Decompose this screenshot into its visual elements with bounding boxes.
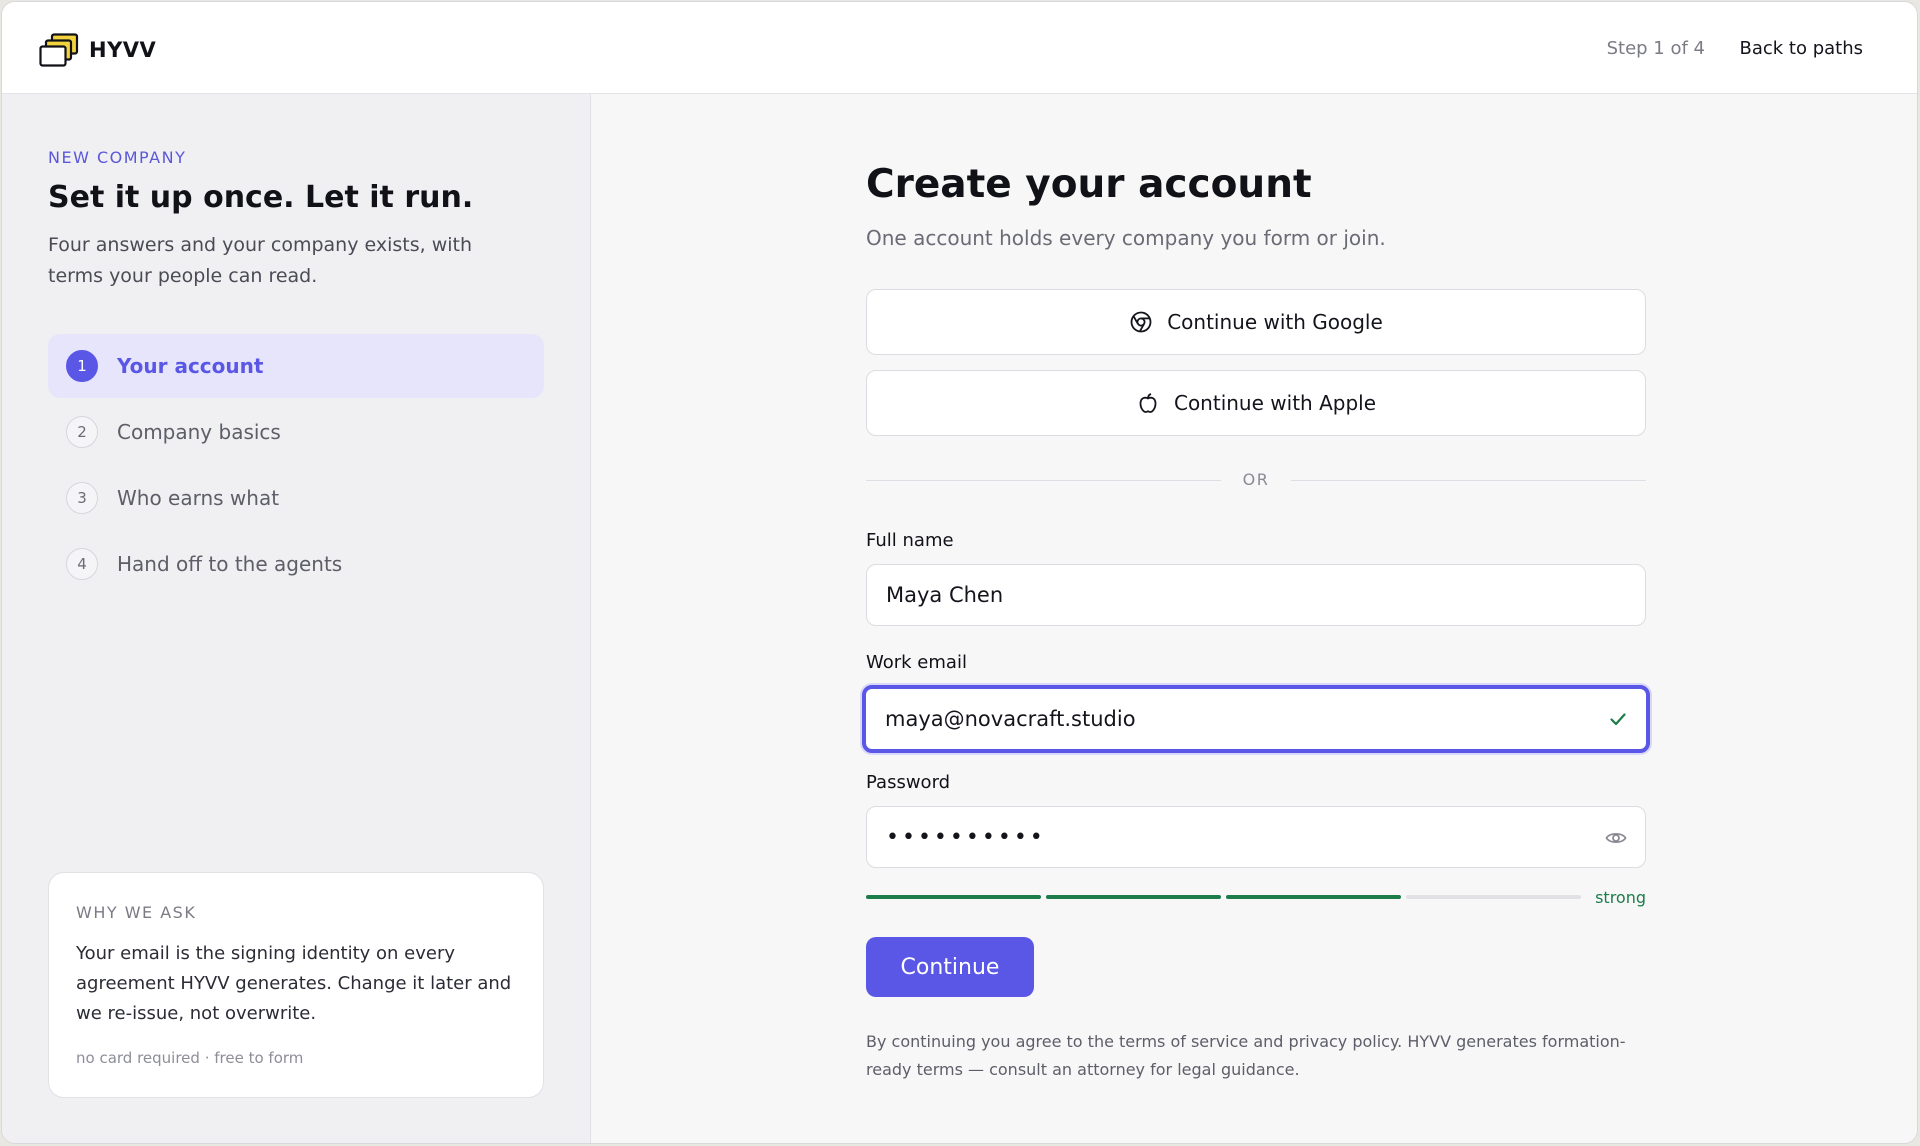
strength-segment <box>1226 895 1401 899</box>
step-list: 1 Your account 2 Company basics 3 Who ea… <box>48 334 544 598</box>
step-label: Company basics <box>117 420 281 444</box>
step-label: Who earns what <box>117 486 280 510</box>
logo-icon <box>39 33 79 67</box>
brand[interactable]: HYVV <box>39 32 156 68</box>
why-card-title: WHY WE ASK <box>76 903 197 922</box>
sidebar-description: Four answers and your company exists, wi… <box>48 234 473 287</box>
sidebar-title: Set it up once. Let it run. <box>48 180 474 215</box>
sidebar: NEW COMPANY Set it up once. Let it run. … <box>2 94 591 1143</box>
password-field[interactable]: •••••••••• <box>866 806 1646 868</box>
sidebar-eyebrow: NEW COMPANY <box>48 148 187 167</box>
full-name-field[interactable]: Maya Chen <box>866 564 1646 626</box>
password-strength-label: strong <box>1595 888 1646 907</box>
back-to-paths-link[interactable]: Back to paths <box>1739 38 1863 59</box>
app-window: HYVV Step 1 of 4 Back to paths NEW COMPA… <box>1 1 1918 1144</box>
apple-button-label: Continue with Apple <box>1173 391 1376 415</box>
step-indicator: Step 1 of 4 <box>1606 38 1705 59</box>
full-name-label: Full name <box>866 530 954 551</box>
step-item-your-account[interactable]: 1 Your account <box>48 334 544 398</box>
password-value: •••••••••• <box>886 824 1046 850</box>
step-item-who-earns-what[interactable]: 3 Who earns what <box>48 466 544 530</box>
password-label: Password <box>866 772 951 793</box>
continue-with-google-button[interactable]: Continue with Google <box>866 289 1646 355</box>
why-card-footnote: no card required · free to form <box>76 1049 304 1067</box>
continue-button[interactable]: Continue <box>866 937 1034 997</box>
step-number: 1 <box>66 350 98 382</box>
brand-name: HYVV <box>89 38 157 62</box>
legal-notice: By continuing you agree to the terms of … <box>866 1032 1626 1079</box>
work-email-field[interactable]: maya@novacraft.studio <box>862 685 1650 753</box>
page-subtitle: One account holds every company you form… <box>866 226 1386 250</box>
check-icon <box>1608 709 1628 734</box>
chrome-icon <box>1129 310 1153 334</box>
strength-segment <box>1406 895 1581 899</box>
eye-icon[interactable] <box>1605 828 1627 854</box>
google-button-label: Continue with Google <box>1167 310 1383 334</box>
step-item-company-basics[interactable]: 2 Company basics <box>48 400 544 464</box>
main-panel: Create your account One account holds ev… <box>592 94 1917 1143</box>
step-number: 4 <box>66 548 98 580</box>
work-email-value: maya@novacraft.studio <box>885 707 1136 731</box>
step-number: 3 <box>66 482 98 514</box>
apple-icon <box>1136 391 1160 415</box>
step-label: Hand off to the agents <box>117 552 343 576</box>
strength-segment <box>1046 895 1221 899</box>
strength-segment <box>866 895 1041 899</box>
password-strength-meter: strong <box>866 888 1646 908</box>
why-card-body: Your email is the signing identity on ev… <box>76 943 512 1024</box>
step-label: Your account <box>117 354 264 378</box>
continue-with-apple-button[interactable]: Continue with Apple <box>866 370 1646 436</box>
step-item-hand-off[interactable]: 4 Hand off to the agents <box>48 532 544 596</box>
or-divider: OR <box>866 470 1646 490</box>
top-bar: HYVV Step 1 of 4 Back to paths <box>2 2 1917 94</box>
work-email-label: Work email <box>866 652 967 673</box>
page-title: Create your account <box>866 162 1312 207</box>
why-we-ask-card: WHY WE ASK Your email is the signing ide… <box>48 872 544 1098</box>
step-number: 2 <box>66 416 98 448</box>
full-name-value: Maya Chen <box>886 583 1004 607</box>
